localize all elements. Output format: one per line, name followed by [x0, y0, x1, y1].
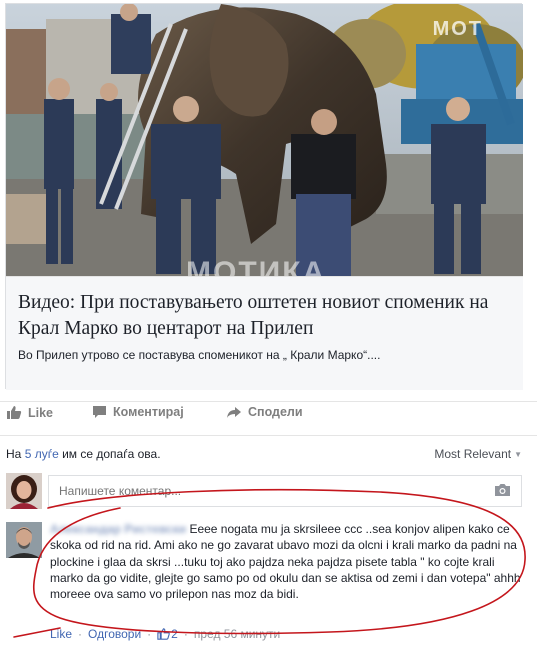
link-description: Во Прилеп утрово се поставува споменикот… — [18, 348, 381, 362]
sort-label: Most Relevant — [434, 447, 512, 461]
comment-like-count-value: 2 — [171, 627, 178, 641]
caret-down-icon: ▼ — [514, 449, 522, 459]
like-label: Like — [28, 405, 54, 420]
share-button[interactable]: Сподели — [226, 405, 303, 419]
commenter-avatar[interactable] — [6, 522, 42, 558]
speech-bubble-icon — [93, 406, 106, 418]
comment-meta: Like · Одговори · 2 · пред 56 минути — [50, 627, 281, 641]
current-user-avatar[interactable] — [6, 473, 42, 509]
comment-label: Коментирај — [113, 405, 184, 419]
watermark-top: MOT — [432, 18, 483, 40]
comment-input[interactable] — [48, 475, 522, 507]
comment-timestamp[interactable]: пред 56 минути — [194, 627, 280, 641]
thumbs-up-icon — [157, 628, 170, 640]
link-preview-image[interactable]: MOT МОТИКА — [6, 4, 523, 276]
post-actions-bar: Like Коментирај Сподели — [0, 405, 537, 433]
likes-summary: На 5 луѓе им се допаѓа ова. — [6, 447, 161, 461]
comment-button[interactable]: Коментирај — [92, 405, 184, 419]
link-title[interactable]: Видео: При поставувањето оштетен новиот … — [18, 290, 513, 342]
watermark-bottom: МОТИКА — [186, 256, 327, 276]
comment-body: Александар Ристевски Eeee nogata mu ja s… — [50, 521, 525, 602]
comment-like-count[interactable]: 2 — [157, 627, 178, 641]
divider — [0, 401, 537, 402]
camera-icon[interactable] — [494, 483, 511, 502]
statue-installation-photo — [6, 4, 523, 276]
comment-author-link[interactable]: Александар Ристевски — [50, 522, 186, 536]
link-info[interactable]: Видео: При поставувањето оштетен новиот … — [6, 276, 523, 390]
comment-sort-dropdown[interactable]: Most Relevant ▼ — [434, 447, 522, 461]
like-button[interactable]: Like — [6, 405, 53, 420]
comment-like-link[interactable]: Like — [50, 627, 72, 641]
thumbs-up-icon — [7, 406, 22, 419]
divider — [0, 435, 537, 436]
likes-suffix: им се допаѓа ова. — [58, 447, 161, 461]
share-arrow-icon — [227, 406, 241, 418]
shared-link-card[interactable]: MOT МОТИКА Видео: При поставувањето оште… — [5, 3, 523, 390]
likes-count-link[interactable]: 5 луѓе — [25, 447, 59, 461]
share-label: Сподели — [248, 405, 303, 419]
comment-reply-link[interactable]: Одговори — [88, 627, 141, 641]
likes-prefix: На — [6, 447, 25, 461]
